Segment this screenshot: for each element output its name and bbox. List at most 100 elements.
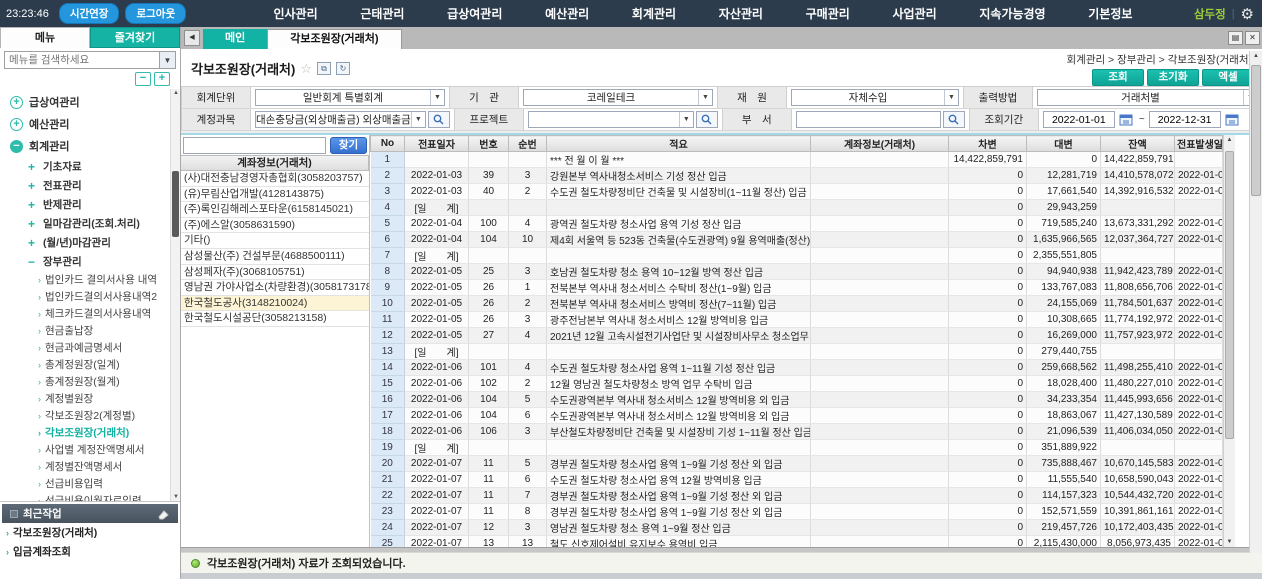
tree-collapse-icon[interactable]: − — [10, 140, 23, 153]
logout-button[interactable]: 로그아웃 — [125, 3, 186, 24]
scroll-down-icon[interactable]: ▼ — [171, 494, 180, 500]
vendor-item-selected[interactable]: 한국철도공사(3148210024) — [181, 296, 369, 312]
sidebar-item[interactable]: ›총계정원장(월계) — [0, 373, 168, 390]
column-header[interactable]: No — [371, 136, 405, 152]
recent-task-item[interactable]: ›각보조원장(거래처) — [0, 523, 180, 542]
table-row[interactable]: 22022-01-03393강원본부 역사내청소서비스 기성 정산 입금012,… — [371, 168, 1223, 184]
scroll-up-icon[interactable]: ▲ — [1224, 137, 1235, 143]
table-row[interactable]: 122022-01-052742021년 12월 고속시설전기사업단 및 시설장… — [371, 328, 1223, 344]
search-button[interactable]: 조회 — [1092, 69, 1144, 86]
scroll-up-icon[interactable]: ▲ — [1250, 53, 1262, 59]
tree-expand-icon[interactable]: + — [10, 118, 23, 131]
column-header[interactable]: 차변 — [949, 136, 1027, 152]
fund-select[interactable]: 자체수입▼ — [791, 89, 959, 106]
sidebar-item[interactable]: ›각보조원장2(계정별) — [0, 407, 168, 424]
top-menu-item[interactable]: 사업관리 — [893, 5, 937, 22]
dept-search-button[interactable] — [943, 111, 965, 128]
column-header[interactable]: 전표발생일자 — [1175, 136, 1223, 152]
vendor-search-input[interactable] — [183, 137, 326, 154]
table-row[interactable]: 62022-01-0410410제4회 서울역 등 523동 건축물(수도권광역… — [371, 232, 1223, 248]
sidebar-item-active[interactable]: ›각보조원장(거래처) — [0, 424, 168, 441]
table-scrollbar[interactable]: ▲ ▼ — [1223, 135, 1235, 547]
tree-expand-icon[interactable]: + — [28, 198, 39, 212]
column-header[interactable]: 적요 — [547, 136, 811, 152]
tree-expand-icon[interactable]: + — [28, 236, 39, 250]
page-scrollbar[interactable]: ▲ — [1249, 51, 1262, 553]
menu-search-input[interactable] — [5, 52, 159, 68]
calendar-icon[interactable] — [1223, 111, 1241, 128]
sidebar-scrollbar[interactable]: ▲ ▼ — [170, 89, 180, 501]
top-menu-item[interactable]: 구매관리 — [806, 5, 850, 22]
table-row[interactable]: 142022-01-061014수도권 철도차량 청소사업 용역 1~11월 기… — [371, 360, 1223, 376]
vendor-item[interactable]: 삼성물산(주) 건설부문(4688500111) — [181, 249, 369, 265]
reset-button[interactable]: 초기화 — [1147, 69, 1199, 86]
sidebar-item[interactable]: ›계정별잔액명세서 — [0, 458, 168, 475]
table-row[interactable]: 1*** 전 월 이 월 ***14,422,859,791014,422,85… — [371, 152, 1223, 168]
top-menu-item[interactable]: 자산관리 — [719, 5, 763, 22]
output-select[interactable]: 거래처별▼ — [1037, 89, 1258, 106]
tree-expand-all-button[interactable]: + — [154, 72, 170, 86]
sidebar-item[interactable]: +(월/년)마감관리 — [0, 233, 168, 252]
calendar-icon[interactable] — [1117, 111, 1135, 128]
tab-scroll-left-icon[interactable]: ◀ — [184, 30, 200, 46]
sidebar-item[interactable]: −장부관리 — [0, 252, 168, 271]
acct-unit-select[interactable]: 일반회계 특별회계▼ — [255, 89, 445, 106]
sidebar-item[interactable]: +일마감관리(조회.처리) — [0, 214, 168, 233]
top-menu-item[interactable]: 회계관리 — [632, 5, 676, 22]
vendor-item[interactable]: (유)무림산업개발(4128143875) — [181, 187, 369, 203]
table-row[interactable]: 19[일 계]0351,889,922 — [371, 440, 1223, 456]
tree-expand-icon[interactable]: + — [28, 217, 39, 231]
sidebar-item[interactable]: ›현금출납장 — [0, 322, 168, 339]
sidebar-item[interactable]: ›선급비용이월자료입력 — [0, 492, 168, 501]
sidebar-item[interactable]: ›총계정원장(일계) — [0, 356, 168, 373]
sidebar-item[interactable]: ›현금과예금명세서 — [0, 339, 168, 356]
sidebar-item[interactable]: −회계관리 — [0, 135, 168, 157]
top-menu-item[interactable]: 지속가능경영 — [979, 5, 1045, 22]
table-row[interactable]: 13[일 계]0279,440,755 — [371, 344, 1223, 360]
table-row[interactable]: 232022-01-07118경부권 철도차량 청소사업 용역 1~9월 기성 … — [371, 504, 1223, 520]
table-row[interactable]: 162022-01-061045수도권광역본부 역사내 청소서비스 12월 방역… — [371, 392, 1223, 408]
sidebar-item[interactable]: ›체크카드결의서사용내역 — [0, 305, 168, 322]
sidebar-tab-menu[interactable]: 메뉴 — [0, 27, 90, 48]
vendor-item[interactable]: (사)대전충남경영자총협회(3058203757) — [181, 171, 369, 187]
username[interactable]: 삼두정 — [1194, 6, 1226, 22]
column-header[interactable]: 대변 — [1027, 136, 1101, 152]
period-to-input[interactable] — [1149, 111, 1221, 128]
favorite-star-icon[interactable]: ☆ — [300, 61, 312, 77]
sidebar-item[interactable]: ›계정별원장 — [0, 390, 168, 407]
tab-home[interactable]: 메인 — [203, 29, 267, 49]
sidebar-item[interactable]: +전표관리 — [0, 176, 168, 195]
tab-sub-ledger[interactable]: 각보조원장(거래처) — [267, 29, 401, 49]
tree-expand-icon[interactable]: + — [10, 96, 23, 109]
vendor-item[interactable]: 한국철도시설공단(3058213158) — [181, 311, 369, 327]
vendor-item[interactable]: 삼성페자(주)(3068105751) — [181, 265, 369, 281]
sidebar-item[interactable]: +기초자료 — [0, 157, 168, 176]
column-header[interactable]: 순번 — [509, 136, 547, 152]
column-header[interactable]: 계좌정보(거래처) — [811, 136, 949, 152]
table-row[interactable]: 102022-01-05262전북본부 역사내 청소서비스 방역비 정산(7~1… — [371, 296, 1223, 312]
eraser-icon[interactable] — [157, 508, 170, 520]
find-button[interactable]: 찾기 — [330, 137, 367, 154]
table-row[interactable]: 182022-01-061063부산철도차량정비단 건축물 및 시설장비 기성 … — [371, 424, 1223, 440]
table-row[interactable]: 242022-01-07123영남권 철도차량 청소 용역 1~9월 정산 입금… — [371, 520, 1223, 536]
account-select[interactable]: 대손충당금(외상매출금) 외상매출금▼ — [255, 111, 426, 128]
sidebar-item[interactable]: ›사업별 계정잔액명세서 — [0, 441, 168, 458]
project-select[interactable]: ▼ — [528, 111, 694, 128]
sidebar-item[interactable]: ›선급비용입력 — [0, 475, 168, 492]
sidebar-item[interactable]: ›법인카드결의서사용내역2 — [0, 288, 168, 305]
table-row[interactable]: 112022-01-05263광주전남본부 역사내 청소서비스 12월 방역비용… — [371, 312, 1223, 328]
table-row[interactable]: 172022-01-061046수도권광역본부 역사내 청소서비스 12월 방역… — [371, 408, 1223, 424]
table-row[interactable]: 4[일 계]029,943,259 — [371, 200, 1223, 216]
sidebar-tab-favorites[interactable]: 즐겨찾기 — [90, 27, 180, 48]
sidebar-item[interactable]: ›법인카드 결의서사용 내역 — [0, 271, 168, 288]
top-menu-item[interactable]: 기본정보 — [1088, 5, 1132, 22]
dept-input[interactable] — [796, 111, 941, 128]
minimize-icon[interactable]: ▤ — [1228, 31, 1243, 45]
vendor-item[interactable]: 기타() — [181, 233, 369, 249]
excel-button[interactable]: 엑셀 — [1202, 69, 1254, 86]
agency-select[interactable]: 코레일테크▼ — [523, 89, 713, 106]
table-row[interactable]: 32022-01-03402수도권 철도차량정비단 건축물 및 시설장비(1~1… — [371, 184, 1223, 200]
tree-collapse-all-button[interactable]: − — [135, 72, 151, 86]
column-header[interactable]: 잔액 — [1101, 136, 1175, 152]
table-row[interactable]: 222022-01-07117경부권 철도차량 청소사업 용역 1~9월 기성 … — [371, 488, 1223, 504]
